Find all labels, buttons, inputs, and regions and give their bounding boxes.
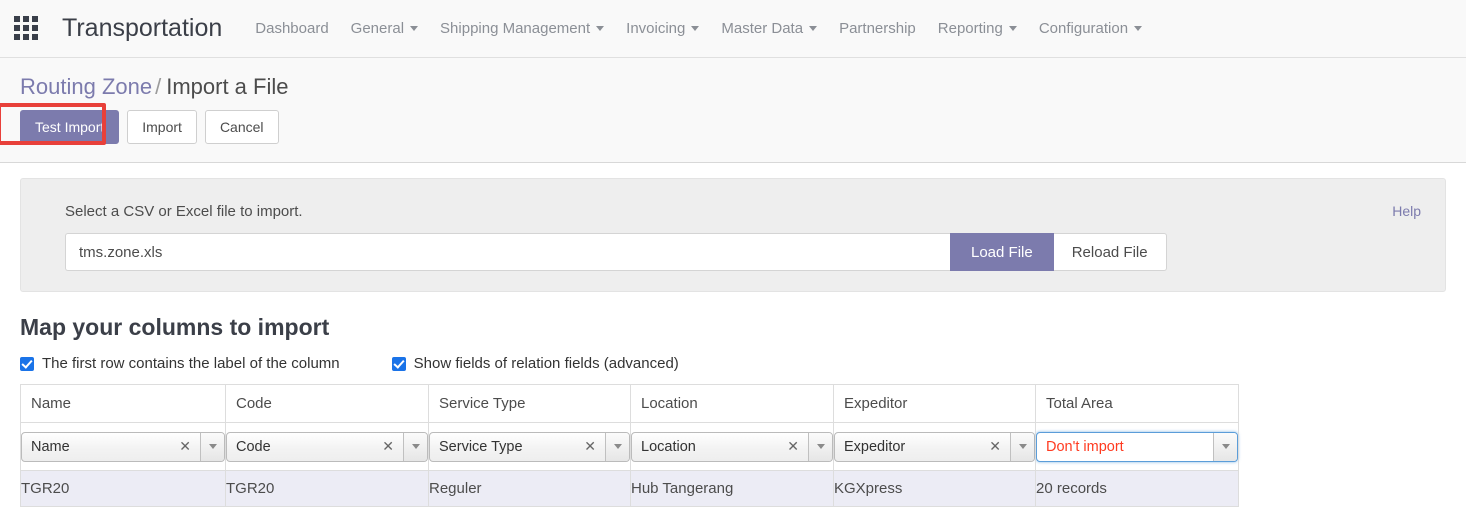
page-content: Help Select a CSV or Excel file to impor… xyxy=(0,178,1466,507)
chevron-down-icon[interactable] xyxy=(808,432,832,461)
clear-icon[interactable]: ✕ xyxy=(580,438,605,455)
load-file-button[interactable]: Load File xyxy=(950,233,1054,271)
breadcrumb-parent-link[interactable]: Routing Zone xyxy=(20,74,152,99)
field-select-service-type[interactable]: Service Type ✕ xyxy=(429,431,630,462)
mapping-cell: Expeditor ✕ xyxy=(833,422,1036,471)
file-input-group: Load File Reload File xyxy=(65,233,1423,271)
menu-item-label: Reporting xyxy=(937,20,1003,37)
field-select-name[interactable]: Name ✕ xyxy=(21,431,225,462)
menu-item-partnership[interactable]: Partnership xyxy=(828,14,927,43)
file-name-input[interactable] xyxy=(65,233,950,271)
clear-icon[interactable]: ✕ xyxy=(175,438,200,455)
table-row: TGR20 TGR20 Reguler Hub Tangerang KGXpre… xyxy=(20,470,1239,507)
menu-item-dashboard[interactable]: Dashboard xyxy=(244,14,339,43)
menu-item-configuration[interactable]: Configuration xyxy=(1028,14,1153,43)
chevron-down-icon[interactable] xyxy=(1213,432,1237,461)
preview-cell: TGR20 xyxy=(20,470,226,507)
column-mapping-table: Name Code Service Type Location Expedito… xyxy=(20,384,1239,507)
checkbox-relation-fields[interactable] xyxy=(391,356,406,371)
column-header: Expeditor xyxy=(833,384,1036,423)
test-import-button[interactable]: Test Import xyxy=(20,110,120,144)
menu-item-label: Configuration xyxy=(1038,20,1129,37)
chevron-down-icon[interactable] xyxy=(200,432,224,461)
field-select-value: Name xyxy=(31,438,70,455)
import-button[interactable]: Import xyxy=(127,110,197,144)
checkbox-first-row[interactable] xyxy=(20,356,34,371)
file-select-panel: Help Select a CSV or Excel file to impor… xyxy=(20,178,1446,292)
menu-item-label: Shipping Management xyxy=(440,20,591,37)
chevron-down-icon xyxy=(596,26,605,31)
clear-icon[interactable]: ✕ xyxy=(378,438,403,455)
menu-item-label: Master Data xyxy=(721,20,804,37)
reload-file-button[interactable]: Reload File xyxy=(1053,233,1167,271)
mapping-cell: Code ✕ xyxy=(225,422,429,471)
main-menu: Dashboard General Shipping Management In… xyxy=(244,14,1153,43)
mapping-cell: Name ✕ xyxy=(20,422,226,471)
top-navbar: Transportation Dashboard General Shippin… xyxy=(0,0,1466,58)
mapping-options-row: The first row contains the label of the … xyxy=(20,355,1446,372)
menu-item-label: Invoicing xyxy=(626,20,686,37)
chevron-down-icon[interactable] xyxy=(403,432,427,461)
mapping-cell: Location ✕ xyxy=(630,422,834,471)
column-header: Location xyxy=(630,384,834,423)
checkbox-relation-fields-label[interactable]: Show fields of relation fields (advanced… xyxy=(391,355,679,372)
clear-icon[interactable]: ✕ xyxy=(783,438,808,455)
breadcrumb-separator: / xyxy=(155,74,162,99)
mapping-cell: Don't import xyxy=(1035,422,1239,471)
checkbox-relation-fields-text: Show fields of relation fields (advanced… xyxy=(413,355,679,372)
control-panel: Routing Zone / Import a File Test Import I… xyxy=(0,58,1466,163)
chevron-down-icon[interactable] xyxy=(1010,432,1034,461)
menu-item-label: General xyxy=(350,20,405,37)
app-title: Transportation xyxy=(62,14,223,42)
field-select-total-area[interactable]: Don't import xyxy=(1036,431,1238,462)
preview-cell: 20 records xyxy=(1035,470,1239,507)
field-select-value: Don't import xyxy=(1046,438,1124,455)
file-instruction-label: Select a CSV or Excel file to import. xyxy=(65,203,303,220)
chevron-down-icon[interactable] xyxy=(605,432,629,461)
table-header-row: Name Code Service Type Location Expedito… xyxy=(20,384,1239,423)
field-select-code[interactable]: Code ✕ xyxy=(226,431,428,462)
cancel-button[interactable]: Cancel xyxy=(204,110,279,144)
menu-item-general[interactable]: General xyxy=(340,14,429,43)
section-title-map-columns: Map your columns to import xyxy=(20,314,330,340)
preview-cell: Reguler xyxy=(428,470,631,507)
checkbox-first-row-text: The first row contains the label of the … xyxy=(42,355,340,372)
menu-item-label: Partnership xyxy=(839,20,916,37)
column-header: Total Area xyxy=(1035,384,1239,423)
column-header: Service Type xyxy=(428,384,631,423)
breadcrumb: Routing Zone / Import a File xyxy=(0,74,1466,100)
checkbox-first-row-label[interactable]: The first row contains the label of the … xyxy=(20,355,340,372)
mapping-cell: Service Type ✕ xyxy=(428,422,631,471)
field-select-value: Code xyxy=(236,438,271,455)
action-button-row: Test Import Import Cancel xyxy=(0,103,1466,145)
chevron-down-icon xyxy=(1008,26,1017,31)
chevron-down-icon xyxy=(809,26,818,31)
menu-item-master-data[interactable]: Master Data xyxy=(710,14,828,43)
menu-item-shipping-management[interactable]: Shipping Management xyxy=(429,14,615,43)
clear-icon[interactable]: ✕ xyxy=(985,438,1010,455)
chevron-down-icon xyxy=(691,26,700,31)
chevron-down-icon xyxy=(410,26,419,31)
field-select-value: Service Type xyxy=(439,438,523,455)
field-select-value: Expeditor xyxy=(844,438,906,455)
menu-item-label: Dashboard xyxy=(255,20,329,37)
field-mapping-row: Name ✕ Code ✕ Service Type ✕ Location ✕ … xyxy=(20,422,1239,471)
column-header: Code xyxy=(225,384,429,423)
field-select-location[interactable]: Location ✕ xyxy=(631,431,833,462)
preview-cell: TGR20 xyxy=(225,470,429,507)
field-select-value: Location xyxy=(641,438,696,455)
menu-item-reporting[interactable]: Reporting xyxy=(927,14,1028,43)
preview-cell: KGXpress xyxy=(833,470,1036,507)
apps-grid-icon[interactable] xyxy=(14,15,40,42)
chevron-down-icon xyxy=(1134,26,1143,31)
menu-item-invoicing[interactable]: Invoicing xyxy=(615,14,710,43)
column-header: Name xyxy=(20,384,226,423)
field-select-expeditor[interactable]: Expeditor ✕ xyxy=(834,431,1035,462)
help-link[interactable]: Help xyxy=(1392,203,1421,219)
preview-cell: Hub Tangerang xyxy=(630,470,834,507)
breadcrumb-current: Import a File xyxy=(166,74,289,99)
